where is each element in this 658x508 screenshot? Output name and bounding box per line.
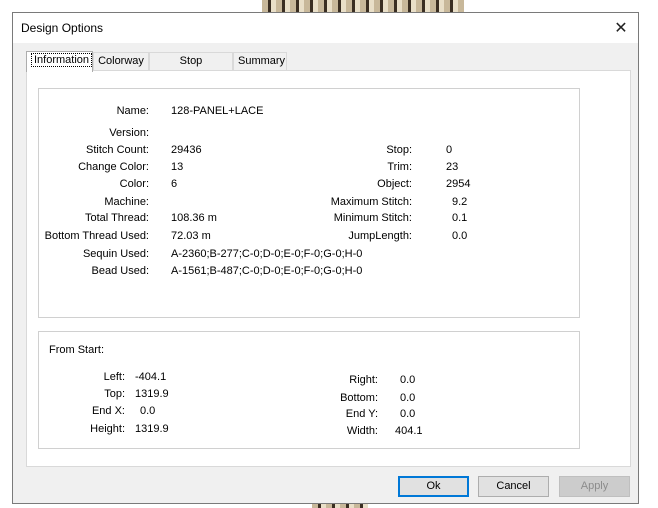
close-icon[interactable]: ✕ (608, 15, 634, 41)
stitch-count-value: 29436 (171, 144, 202, 156)
stitch-count-label: Stitch Count: (86, 144, 149, 156)
tab-information[interactable]: Information (26, 51, 93, 72)
sequin-used-label: Sequin Used: (82, 248, 149, 260)
end-y-value: 0.0 (400, 408, 416, 420)
object-label: Object: (377, 178, 412, 190)
bottom-value: 0.0 (400, 392, 416, 404)
right-value: 0.0 (400, 374, 416, 386)
tab-colorway[interactable]: Colorway (93, 52, 149, 70)
design-info-group: Name: 128-PANEL+LACE Version: Stitch Cou… (38, 88, 580, 318)
top-value: 1319.9 (135, 388, 169, 400)
sequin-used-value: A-2360;B-277;C-0;D-0;E-0;F-0;G-0;H-0 (171, 248, 363, 260)
name-label: Name: (116, 105, 149, 117)
max-stitch-label: Maximum Stitch: (330, 196, 412, 208)
trim-label: Trim: (387, 161, 412, 173)
bottom-thread-value: 72.03 m (171, 230, 211, 242)
color-value: 6 (171, 178, 178, 190)
change-color-label: Change Color: (78, 161, 149, 173)
tab-stop-sequence[interactable]: Stop Sequence (149, 52, 233, 84)
tab-information-label: Information (31, 53, 93, 67)
width-value: 404.1 (395, 425, 423, 437)
height-value: 1319.9 (135, 423, 169, 435)
tab-summary[interactable]: Summary (233, 52, 287, 70)
machine-label: Machine: (104, 196, 149, 208)
object-value: 2954 (446, 178, 471, 190)
top-label: Top: (104, 388, 125, 400)
total-thread-label: Total Thread: (84, 212, 149, 224)
bottom-thread-label: Bottom Thread Used: (44, 230, 149, 242)
ok-button[interactable]: Ok (398, 476, 469, 497)
color-label: Color: (119, 178, 149, 190)
max-stitch-value: 9.2 (452, 196, 468, 208)
trim-value: 23 (446, 161, 459, 173)
window-title: Design Options (21, 21, 104, 35)
left-label: Left: (103, 371, 125, 383)
end-x-value: 0.0 (140, 405, 156, 417)
end-y-label: End Y: (345, 408, 378, 420)
bead-used-value: A-1561;B-487;C-0;D-0;E-0;F-0;G-0;H-0 (171, 265, 363, 277)
min-stitch-value: 0.1 (452, 212, 468, 224)
from-start-group: From Start: Left: -404.1 Top: 1319.9 End… (38, 331, 580, 449)
total-thread-value: 108.36 m (171, 212, 217, 224)
end-x-label: End X: (91, 405, 125, 417)
jump-length-label: JumpLength: (348, 230, 412, 242)
apply-button[interactable]: Apply (559, 476, 630, 497)
width-label: Width: (346, 425, 378, 437)
background-design-strip (262, 0, 464, 12)
min-stitch-label: Minimum Stitch: (333, 212, 412, 224)
name-value: 128-PANEL+LACE (171, 105, 264, 117)
jump-length-value: 0.0 (452, 230, 468, 242)
right-label: Right: (349, 374, 378, 386)
stop-label: Stop: (386, 144, 412, 156)
change-color-value: 13 (171, 161, 184, 173)
information-panel: Name: 128-PANEL+LACE Version: Stitch Cou… (26, 70, 631, 467)
left-value: -404.1 (135, 371, 167, 383)
bottom-label: Bottom: (340, 392, 378, 404)
stop-value: 0 (446, 144, 453, 156)
cancel-button[interactable]: Cancel (478, 476, 549, 497)
bead-used-label: Bead Used: (91, 265, 149, 277)
from-start-heading: From Start: (49, 344, 105, 356)
design-options-dialog: Design Options ✕ Information Colorway St… (12, 12, 639, 504)
height-label: Height: (90, 423, 125, 435)
title-bar: Design Options ✕ (13, 13, 638, 43)
version-label: Version: (109, 127, 149, 139)
